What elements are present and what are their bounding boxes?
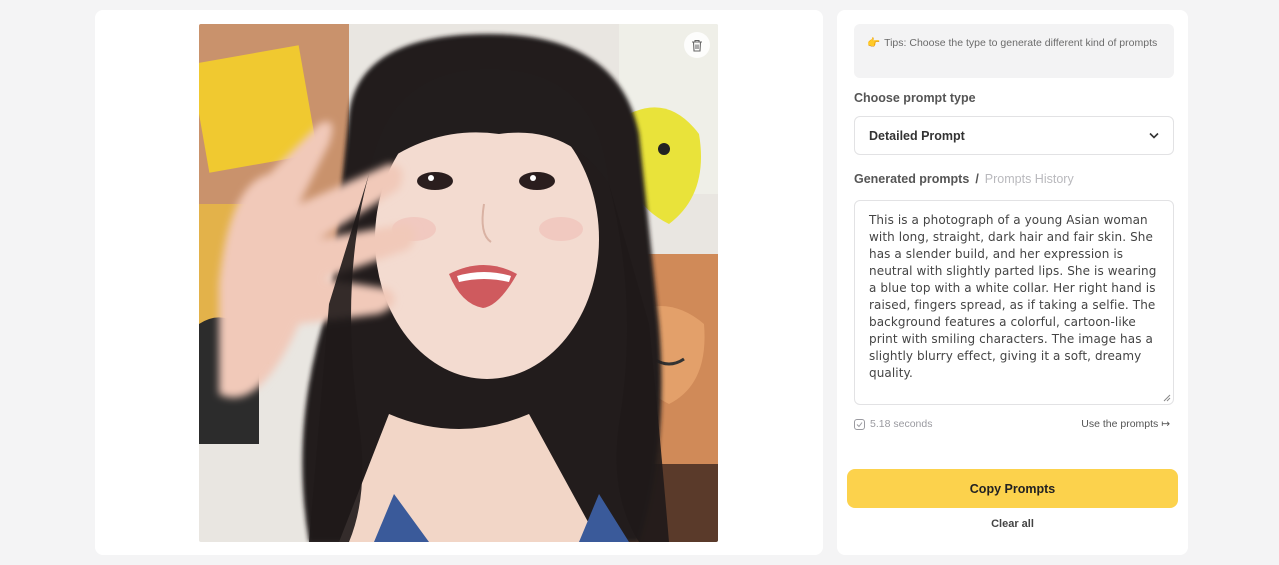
- image-panel: [95, 10, 823, 555]
- generated-prompt-textarea[interactable]: This is a photograph of a young Asian wo…: [854, 200, 1174, 405]
- check-clock-icon: [854, 418, 865, 430]
- clear-all-button[interactable]: Clear all: [837, 518, 1188, 530]
- tips-box: 👉 Tips: Choose the type to generate diffe…: [854, 24, 1174, 78]
- generated-prompt-text: This is a photograph of a young Asian wo…: [869, 213, 1157, 380]
- tab-prompts-history[interactable]: Prompts History: [985, 172, 1074, 186]
- prompt-tabs: Generated prompts / Prompts History: [854, 172, 1074, 186]
- generation-time: 5.18 seconds: [854, 418, 932, 430]
- resize-handle-icon[interactable]: [1163, 394, 1171, 402]
- copy-prompts-button[interactable]: Copy Prompts: [847, 469, 1178, 508]
- tab-separator: /: [975, 172, 979, 186]
- pointing-hand-icon: 👉: [867, 37, 881, 49]
- prompt-panel: 👉 Tips: Choose the type to generate diffe…: [837, 10, 1188, 555]
- chevron-down-icon: [1149, 132, 1159, 139]
- tab-generated-prompts[interactable]: Generated prompts: [854, 172, 969, 186]
- prompt-type-select[interactable]: Detailed Prompt: [854, 116, 1174, 155]
- use-prompts-link[interactable]: Use the prompts ↦: [1081, 418, 1170, 430]
- tips-text: Tips: Choose the type to generate differ…: [884, 37, 1158, 49]
- prompt-meta-row: 5.18 seconds Use the prompts ↦: [854, 418, 1170, 430]
- trash-icon: [692, 39, 702, 52]
- uploaded-photo: [199, 24, 718, 542]
- generation-time-text: 5.18 seconds: [870, 418, 933, 430]
- delete-image-button[interactable]: [684, 32, 710, 58]
- prompt-type-value: Detailed Prompt: [869, 128, 965, 143]
- prompt-type-label: Choose prompt type: [854, 91, 976, 105]
